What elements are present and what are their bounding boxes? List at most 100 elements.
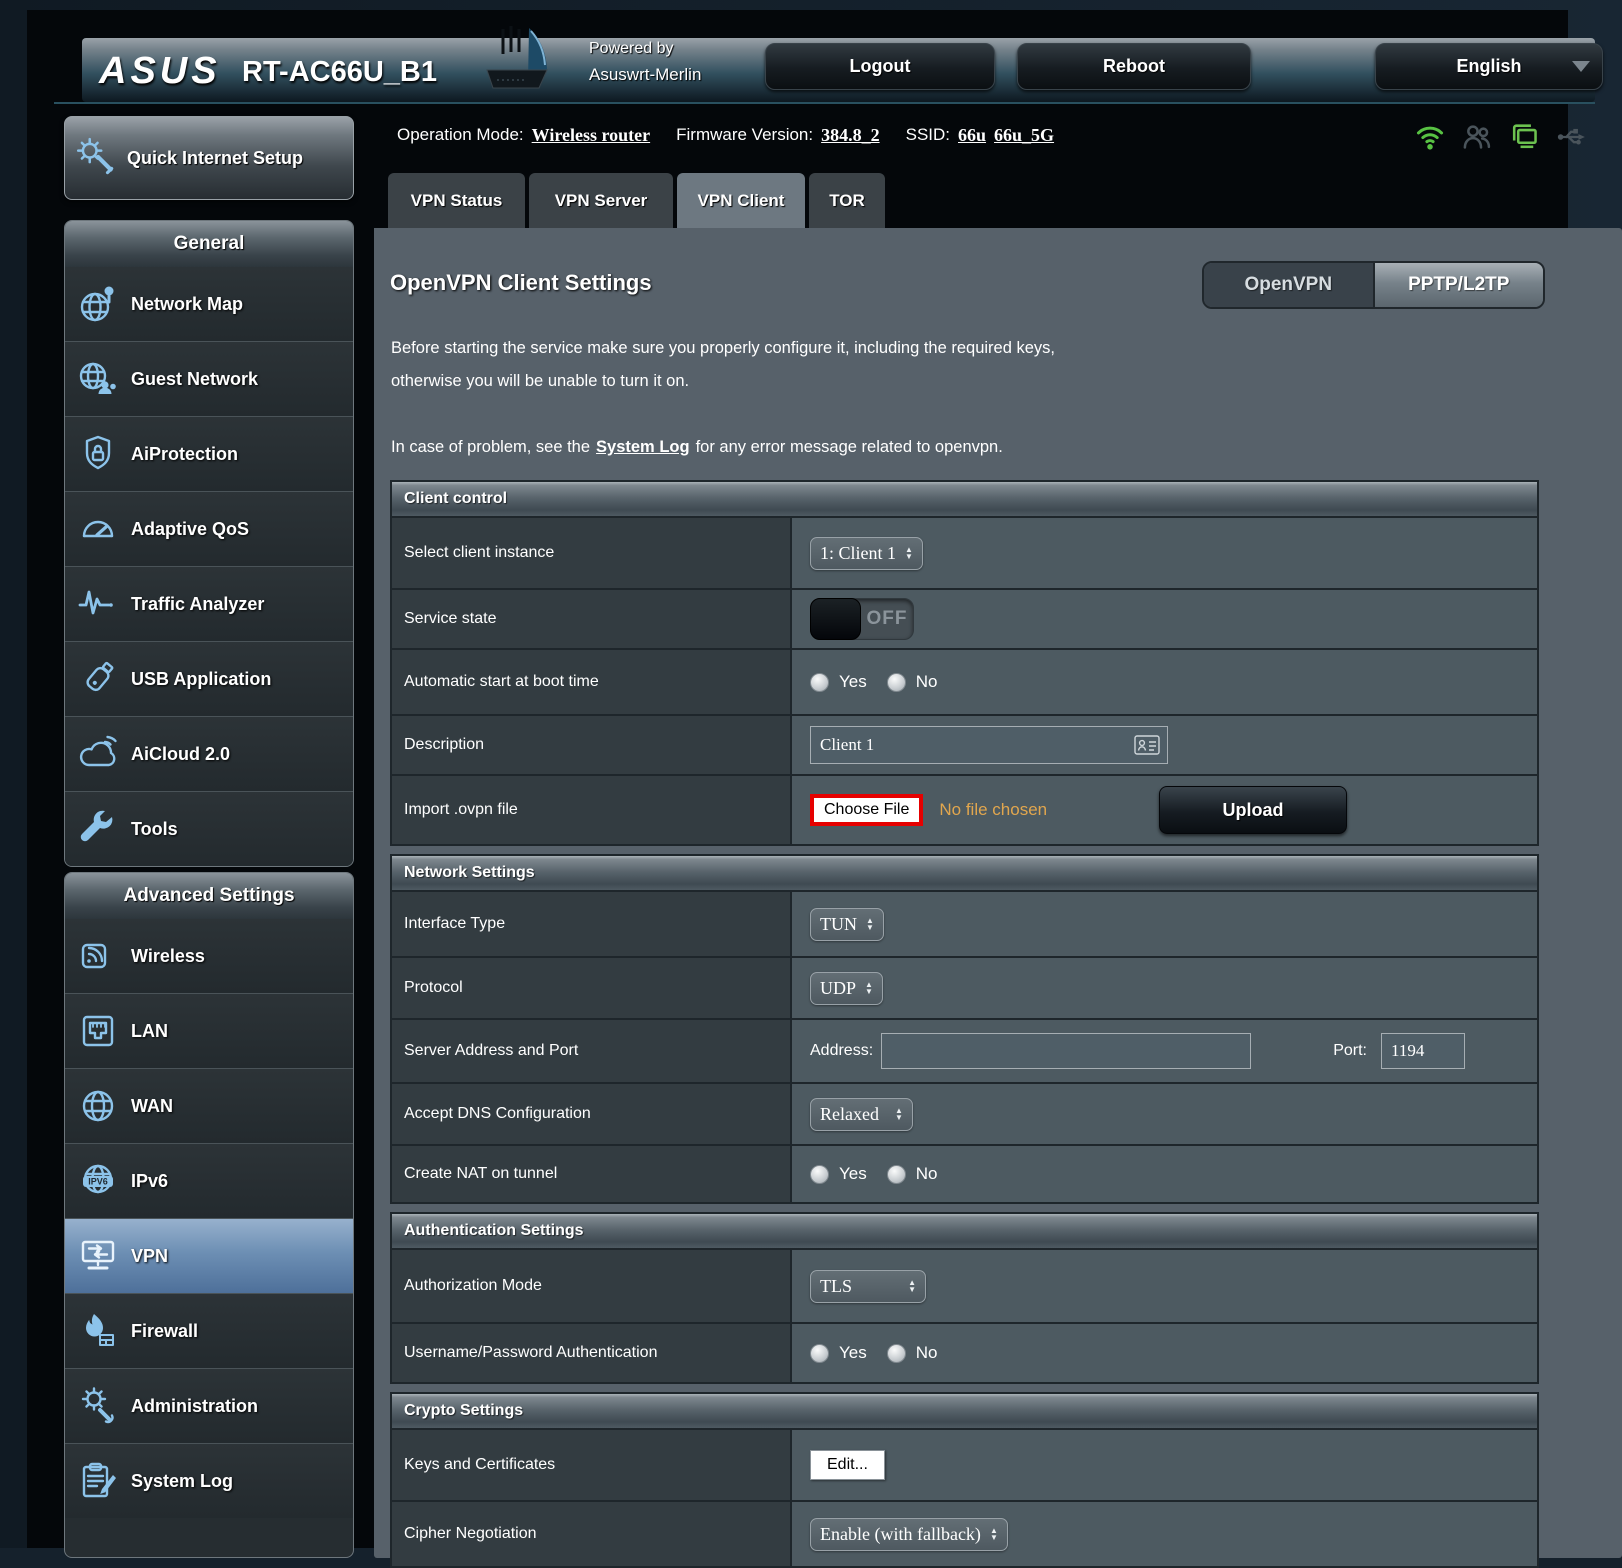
chevron-down-icon (1572, 61, 1590, 72)
server-address-input[interactable] (881, 1033, 1251, 1069)
auto-start-yes-radio[interactable] (810, 673, 829, 692)
select-value: TLS (820, 1276, 852, 1297)
usb-status-icon[interactable] (1556, 122, 1586, 152)
nat-no-radio[interactable] (887, 1165, 906, 1184)
userpass-yes-radio[interactable] (810, 1344, 829, 1363)
tab-tor[interactable]: TOR (809, 173, 885, 228)
sidebar-item-label: AiCloud 2.0 (131, 743, 230, 765)
sidebar-item-label: Administration (131, 1395, 258, 1417)
table-row: Accept DNS Configuration Relaxed ▲▼ (392, 1082, 1537, 1144)
select-value: TUN (820, 914, 857, 935)
firewall-flame-icon (65, 1309, 131, 1353)
lan-clients-status-icon[interactable] (1509, 122, 1539, 152)
logout-button[interactable]: Logout (765, 43, 995, 90)
port-label: Port: (1333, 1042, 1367, 1060)
asus-logo: ASUS (99, 50, 221, 93)
sidebar-item-network-map[interactable]: Network Map (65, 267, 353, 341)
table-row: Server Address and Port Address: Port: (392, 1018, 1537, 1082)
service-state-toggle[interactable]: OFF (810, 598, 914, 640)
sidebar-item-label: WAN (131, 1095, 173, 1117)
operation-mode-link[interactable]: Wireless router (532, 125, 650, 146)
no-label: No (916, 1164, 938, 1184)
dns-config-select[interactable]: Relaxed ▲▼ (810, 1098, 913, 1131)
firmware-name: Asuswrt-Merlin (589, 65, 701, 85)
advanced-section-header: Advanced Settings (65, 873, 353, 919)
firmware-version-label: Firmware Version: (676, 125, 813, 145)
client-instance-select[interactable]: 1: Client 1 ▲▼ (810, 537, 923, 570)
sidebar-item-aiprotection[interactable]: AiProtection (65, 416, 353, 491)
upload-button[interactable]: Upload (1159, 786, 1347, 834)
sidebar-item-vpn[interactable]: VPN (65, 1218, 353, 1293)
sidebar-item-wireless[interactable]: Wireless (65, 919, 353, 993)
table-row: Automatic start at boot time Yes No (392, 648, 1537, 714)
sidebar-item-traffic-analyzer[interactable]: Traffic Analyzer (65, 566, 353, 641)
ssid-5g-link[interactable]: 66u_5G (994, 125, 1054, 146)
firmware-version-link[interactable]: 384.8_2 (821, 125, 880, 146)
yes-label: Yes (839, 672, 867, 692)
sidebar-item-label: Traffic Analyzer (131, 593, 264, 615)
sidebar-item-firewall[interactable]: Firewall (65, 1293, 353, 1368)
nat-yes-radio[interactable] (810, 1165, 829, 1184)
system-log-link[interactable]: System Log (596, 438, 690, 456)
auto-start-no-radio[interactable] (887, 673, 906, 692)
table-row: Service state OFF (392, 588, 1537, 648)
network-map-icon (65, 282, 131, 326)
sidebar-item-guest-network[interactable]: Guest Network (65, 341, 353, 416)
sidebar-item-lan[interactable]: LAN (65, 993, 353, 1068)
wifi-status-icon[interactable] (1415, 122, 1445, 152)
sidebar-item-system-log[interactable]: System Log (65, 1443, 353, 1518)
sidebar-item-adaptive-qos[interactable]: Adaptive QoS (65, 491, 353, 566)
yes-label: Yes (839, 1343, 867, 1363)
table-row: Import .ovpn file Choose File No file ch… (392, 774, 1537, 844)
sidebar-item-label: Adaptive QoS (131, 518, 249, 540)
quick-internet-setup-button[interactable]: Quick Internet Setup (64, 116, 354, 200)
sidebar-item-tools[interactable]: Tools (65, 791, 353, 866)
header-divider (54, 102, 1595, 104)
clients-status-icon[interactable] (1462, 122, 1492, 152)
interface-type-select[interactable]: TUN ▲▼ (810, 908, 884, 941)
tab-vpn-status[interactable]: VPN Status (388, 173, 525, 228)
sidebar-item-wan[interactable]: WAN (65, 1068, 353, 1143)
vpn-client-panel: OpenVPN Client Settings OpenVPN PPTP/L2T… (374, 228, 1622, 1558)
gauge-icon (65, 507, 131, 551)
ssid-2g-link[interactable]: 66u (958, 125, 986, 146)
server-port-input[interactable] (1381, 1033, 1465, 1069)
language-select[interactable]: English (1375, 43, 1603, 90)
sidebar-item-administration[interactable]: Administration (65, 1368, 353, 1443)
pptp-l2tp-tab-button[interactable]: PPTP/L2TP (1373, 263, 1544, 307)
authentication-settings-header: Authentication Settings (392, 1214, 1537, 1248)
description-input[interactable] (810, 726, 1168, 764)
openvpn-tab-button[interactable]: OpenVPN (1204, 263, 1373, 307)
table-row: Description (392, 714, 1537, 774)
sidebar-item-label: Wireless (131, 945, 205, 967)
sidebar-item-label: System Log (131, 1470, 233, 1492)
table-row: Protocol UDP ▲▼ (392, 956, 1537, 1018)
wireless-icon (65, 934, 131, 978)
sidebar-item-label: Firewall (131, 1320, 198, 1342)
toggle-knob (810, 598, 861, 640)
select-value: UDP (820, 978, 856, 999)
sidebar-item-usb-application[interactable]: USB Application (65, 641, 353, 716)
table-row: Username/Password Authentication Yes No (392, 1322, 1537, 1382)
sidebar-item-label: IPv6 (131, 1170, 168, 1192)
status-bar: Operation Mode: Wireless router Firmware… (397, 118, 1062, 152)
client-control-header: Client control (392, 482, 1537, 516)
sidebar-item-aicloud[interactable]: AiCloud 2.0 (65, 716, 353, 791)
sidebar-item-label: Tools (131, 818, 178, 840)
select-arrows-icon: ▲▼ (866, 917, 874, 931)
reboot-button[interactable]: Reboot (1017, 43, 1251, 90)
sidebar-item-label: LAN (131, 1020, 168, 1042)
select-arrows-icon: ▲▼ (990, 1527, 998, 1541)
choose-file-button[interactable]: Choose File (810, 794, 923, 826)
authorization-mode-select[interactable]: TLS ▲▼ (810, 1270, 926, 1303)
userpass-no-radio[interactable] (887, 1344, 906, 1363)
protocol-select[interactable]: UDP ▲▼ (810, 972, 883, 1005)
cipher-negotiation-select[interactable]: Enable (with fallback) ▲▼ (810, 1518, 1008, 1551)
sidebar-item-ipv6[interactable]: IPV6 IPv6 (65, 1143, 353, 1218)
network-settings-table: Network Settings Interface Type TUN ▲▼ P… (390, 854, 1539, 1204)
tab-vpn-client[interactable]: VPN Client (677, 173, 805, 229)
row-label: Service state (392, 590, 790, 648)
edit-keys-button[interactable]: Edit... (810, 1450, 885, 1480)
sidebar-item-label: Guest Network (131, 368, 258, 390)
tab-vpn-server[interactable]: VPN Server (529, 173, 673, 228)
